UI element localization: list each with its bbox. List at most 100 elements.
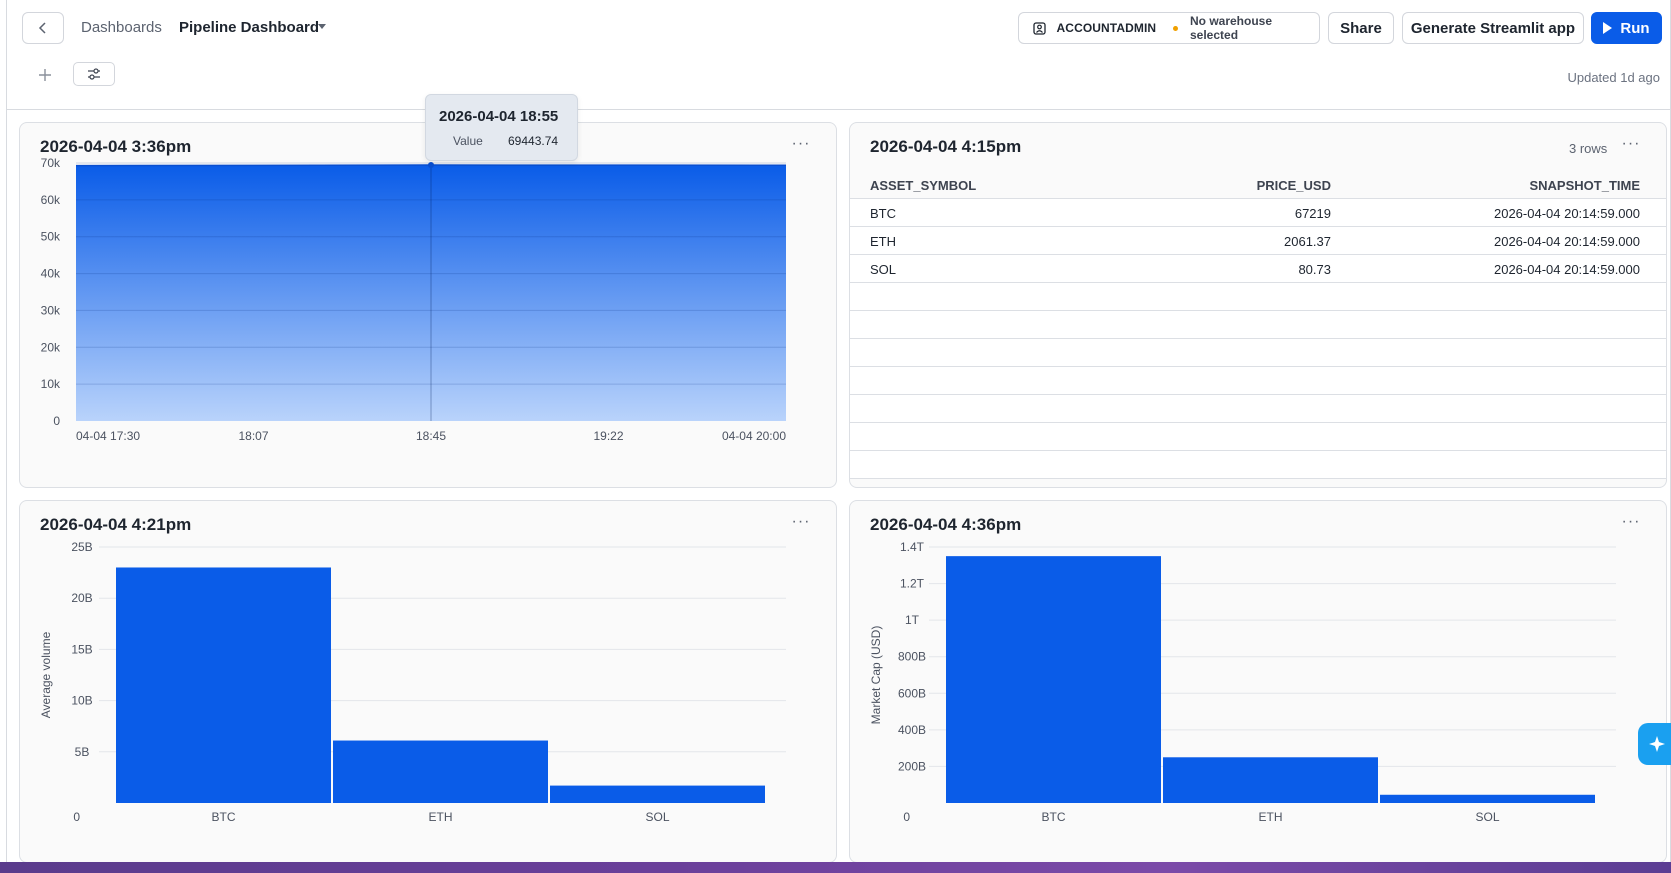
bar [1380, 794, 1595, 803]
y-tick-label: 1T [905, 613, 920, 627]
generate-streamlit-button[interactable]: Generate Streamlit app [1402, 12, 1584, 44]
x-tick-label: ETH [1259, 810, 1283, 824]
run-button[interactable]: Run [1591, 12, 1662, 44]
table-cell: 2026-04-04 20:14:59.000 [1493, 234, 1640, 249]
y-tick-label: 0 [73, 810, 80, 824]
updated-timestamp: Updated 1d ago [1567, 70, 1660, 85]
table-row[interactable]: SOL 80.73 2026-04-04 20:14:59.000 [850, 255, 1666, 283]
more-horizontal-icon[interactable]: ··· [1621, 136, 1641, 157]
breadcrumb-dashboards[interactable]: Dashboards [81, 19, 162, 36]
y-tick-label: 20B [71, 591, 92, 605]
marketcap-bar-card: 2026-04-04 4:36pm ··· 0 200B 400B 600B 800B 1… [849, 500, 1667, 863]
y-tick-label: 30k [41, 303, 61, 317]
role-warehouse-selector[interactable]: ACCOUNTADMIN No warehouse selected [1018, 12, 1320, 44]
x-tick-label: ETH [429, 810, 453, 824]
volume-bar-chart[interactable]: 0 5B 10B 15B 20B 25B BTC ETH SOL Average volume [20, 501, 838, 864]
y-tick-label: 15B [71, 642, 92, 656]
column-header[interactable]: SNAPSHOT_TIME [1529, 178, 1640, 193]
tooltip-key: Value [453, 134, 483, 148]
app-window: Dashboards Pipeline Dashboard ACCOUNTADM… [0, 0, 1671, 864]
y-tick-label: 10k [41, 377, 61, 391]
y-tick-label: 400B [898, 723, 926, 737]
area-chart-card: 2026-04-04 3:36pm ··· 0 10k 20k 30k 40k 50k 60… [19, 122, 837, 488]
y-tick-label: 0 [903, 810, 910, 824]
table-empty-row [850, 451, 1666, 479]
header-divider [7, 109, 1671, 110]
os-taskbar [0, 862, 1671, 873]
y-tick-label: 200B [898, 759, 926, 773]
table-empty-row [850, 423, 1666, 451]
table-cell: 2026-04-04 20:14:59.000 [1493, 206, 1640, 221]
marketcap-bar-chart[interactable]: 0 200B 400B 600B 800B 1T 1.2T 1.4T BTC ETH SOL Mark… [850, 501, 1668, 864]
table-cell: 2061.37 [1284, 234, 1331, 249]
y-tick-label: 5B [75, 745, 90, 759]
sliders-icon [88, 68, 100, 80]
table-header-row: ASSET_SYMBOL PRICE_USD SNAPSHOT_TIME [850, 171, 1666, 199]
y-tick-label: 1.4T [900, 540, 925, 554]
share-button[interactable]: Share [1328, 12, 1394, 44]
table-empty-row [850, 367, 1666, 395]
table-empty-row [850, 339, 1666, 367]
y-tick-label: 50k [41, 230, 61, 244]
results-table: ASSET_SYMBOL PRICE_USD SNAPSHOT_TIME BTC… [850, 171, 1666, 479]
bar [333, 740, 548, 803]
column-header[interactable]: ASSET_SYMBOL [870, 178, 976, 193]
y-tick-label: 10B [71, 694, 92, 708]
table-row[interactable]: ETH 2061.37 2026-04-04 20:14:59.000 [850, 227, 1666, 255]
y-axis-title: Market Cap (USD) [869, 626, 883, 725]
ai-assistant-button[interactable] [1638, 723, 1671, 765]
column-header[interactable]: PRICE_USD [1257, 178, 1331, 193]
y-tick-label: 20k [41, 340, 61, 354]
table-card: 2026-04-04 4:15pm 3 rows ··· ASSET_SYMBO… [849, 122, 1667, 488]
chart-tooltip: 2026-04-04 18:55 Value 69443.74 [425, 94, 578, 161]
bar [1163, 757, 1378, 803]
y-tick-label: 0 [53, 414, 60, 428]
y-tick-label: 600B [898, 686, 926, 700]
y-tick-label: 25B [71, 540, 92, 554]
x-tick-label: 18:45 [416, 429, 446, 443]
tooltip-value: 69443.74 [508, 134, 559, 148]
data-point [428, 162, 434, 169]
back-button[interactable] [22, 12, 64, 44]
role-label: ACCOUNTADMIN [1056, 21, 1157, 35]
sparkle-icon [1649, 736, 1665, 752]
table-cell: BTC [870, 206, 896, 221]
table-cell: ETH [870, 234, 896, 249]
bar [116, 567, 331, 803]
x-tick-label: 19:22 [593, 429, 623, 443]
y-tick-label: 60k [41, 193, 61, 207]
bar [946, 556, 1161, 803]
add-tile-button[interactable] [36, 66, 54, 84]
y-tick-label: 40k [41, 267, 61, 281]
table-cell: SOL [870, 262, 897, 277]
dashboard-title[interactable]: Pipeline Dashboard [179, 19, 319, 36]
plus-icon [39, 69, 51, 81]
chevron-down-icon[interactable] [318, 24, 326, 29]
x-tick-label: BTC [1042, 810, 1066, 824]
y-tick-label: 1.2T [900, 577, 925, 591]
table-empty-row [850, 311, 1666, 339]
table-empty-row [850, 283, 1666, 311]
warehouse-label: No warehouse selected [1190, 14, 1273, 42]
warehouse-status-dot [1173, 25, 1178, 31]
card-title: 2026-04-04 4:15pm [870, 137, 1022, 156]
left-rail [0, 0, 7, 862]
table-cell: 80.73 [1298, 262, 1331, 277]
y-axis-title: Average volume [39, 631, 53, 718]
run-label: Run [1620, 19, 1650, 37]
row-count: 3 rows [1569, 141, 1608, 156]
table-cell: 2026-04-04 20:14:59.000 [1493, 262, 1640, 277]
chevron-left-icon [38, 22, 46, 34]
filters-button[interactable] [73, 62, 115, 86]
table-empty-row [850, 395, 1666, 423]
x-tick-label: SOL [645, 810, 669, 824]
x-tick-label: 04-04 17:30 [76, 429, 140, 443]
area-chart[interactable]: 0 10k 20k 30k 40k 50k 60k 70k 04-04 17:30 18:07 18… [20, 123, 838, 489]
user-badge-icon [1033, 21, 1047, 35]
bar [550, 785, 765, 803]
x-tick-label: SOL [1475, 810, 1499, 824]
table-row[interactable]: BTC 67219 2026-04-04 20:14:59.000 [850, 199, 1666, 227]
x-tick-label: 18:07 [238, 429, 268, 443]
x-tick-label: 04-04 20:00 [722, 429, 786, 443]
play-icon [1603, 22, 1613, 34]
